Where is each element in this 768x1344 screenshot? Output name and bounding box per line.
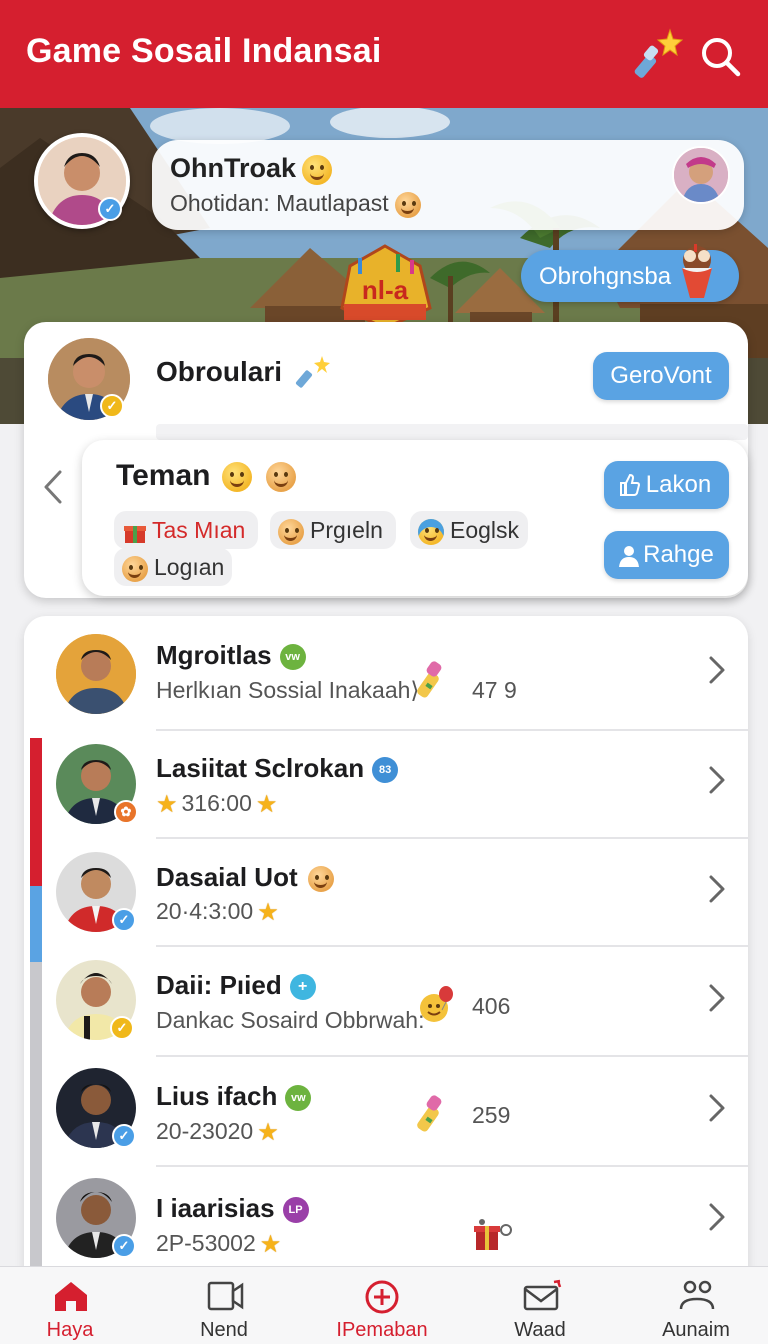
wand-icon — [417, 1095, 442, 1132]
list-name: Daii: Pıied + — [156, 970, 316, 1001]
chevron-right-icon[interactable] — [706, 765, 728, 795]
hero-post-thumbnail[interactable] — [672, 146, 730, 204]
verified-badge-icon: ✓ — [98, 197, 122, 221]
list-count: 406 — [472, 993, 511, 1019]
like-button[interactable]: Lakon — [604, 461, 729, 509]
people-icon — [679, 1280, 715, 1310]
smile-emoji-icon — [302, 154, 333, 185]
gift-icon — [124, 525, 146, 543]
flower-badge-icon: ✿ — [114, 800, 138, 824]
list-name: Mgroitlas vw — [156, 640, 306, 671]
bear-emoji-icon — [278, 518, 304, 545]
list-name: I iaarisias LP — [156, 1193, 309, 1224]
list-subtitle: 2P-53002 ★ — [156, 1230, 282, 1259]
hero-post-bubble[interactable]: OhnTroak Ohotidan: Mautlapast — [152, 140, 744, 230]
bear-emoji-icon — [266, 462, 297, 493]
featured-name: Obroulari — [156, 356, 283, 387]
nav-label: Nend — [200, 1319, 248, 1341]
chevron-right-icon[interactable] — [706, 1093, 728, 1123]
bear-emoji-icon — [394, 191, 421, 218]
list-name: Lius ifach vw — [156, 1081, 312, 1112]
card-divider — [156, 424, 748, 440]
search-icon[interactable] — [696, 32, 744, 80]
nav-label: Waad — [514, 1319, 566, 1341]
hero-post-name: OhnTroak — [170, 153, 333, 185]
nav-profile[interactable]: Aunaim — [644, 1267, 748, 1344]
chevron-right-icon[interactable] — [706, 983, 728, 1013]
app-title: Game Sosail Indansai — [26, 32, 382, 70]
chevron-left-icon[interactable] — [40, 468, 66, 506]
star-icon: ★ — [257, 899, 279, 927]
level-badge: 83 — [372, 757, 399, 784]
friends-title: Teman — [116, 459, 297, 493]
mail-icon — [523, 1279, 562, 1311]
smile-emoji-icon — [222, 462, 253, 493]
ice-cream-icon — [682, 244, 712, 298]
magic-wand-icon[interactable] — [632, 28, 684, 80]
festival-logo-text: nl-a — [362, 275, 409, 305]
chevron-right-icon[interactable] — [706, 874, 728, 904]
person-icon — [619, 546, 639, 567]
nav-create[interactable]: IPemaban — [320, 1267, 444, 1344]
list-name: Lasiitat Sclrokan 83 — [156, 753, 399, 784]
verified-badge-icon: ✓ — [112, 908, 136, 932]
app-bar: Game Sosail Indansai — [0, 0, 768, 108]
star-icon: ★ — [255, 791, 278, 819]
plus-circle-icon — [365, 1280, 399, 1314]
list-subtitle: 20·4:3:00 ★ — [156, 898, 279, 927]
list-count: 259 — [472, 1102, 511, 1128]
friend-chip[interactable]: Tas Mıan — [114, 511, 258, 549]
nav-home[interactable]: Haya — [18, 1267, 122, 1344]
level-badge: + — [289, 974, 316, 1001]
gold-verified-badge-icon: ✓ — [100, 394, 124, 418]
list-subtitle: Herlkıan Sossial Inakaah⟩ — [156, 677, 420, 703]
bear-emoji-icon — [122, 555, 148, 582]
friend-chip[interactable]: Eoglsk — [410, 511, 528, 549]
wand-icon — [417, 661, 442, 698]
chevron-right-icon[interactable] — [706, 1202, 728, 1232]
magic-wand-icon — [295, 356, 330, 388]
nav-messages[interactable]: Waad — [488, 1267, 592, 1344]
gold-verified-badge-icon: ✓ — [110, 1016, 134, 1040]
thumb-icon — [620, 473, 640, 496]
friend-chip[interactable]: Logıan — [114, 548, 232, 586]
video-icon — [207, 1281, 244, 1311]
follow-button[interactable]: GeroVont — [593, 352, 729, 400]
nav-video[interactable]: Nend — [172, 1267, 276, 1344]
cool-emoji-icon — [418, 518, 444, 545]
bear-emoji-icon — [307, 866, 334, 893]
friend-chip[interactable]: Prgıeln — [270, 511, 396, 549]
nav-label: Haya — [46, 1319, 94, 1341]
share-button[interactable]: Rahge — [604, 531, 729, 579]
list-subtitle: 20-23020 ★ — [156, 1118, 279, 1147]
verified-badge-icon: ✓ — [112, 1124, 136, 1148]
level-badge: vw — [285, 1085, 312, 1112]
list-avatar[interactable] — [56, 634, 136, 714]
balloon-emoji-icon — [420, 986, 453, 1022]
list-subtitle: ★ 316:00 ★ — [156, 790, 278, 819]
bottom-navigation: Haya Nend IPemaban Waad Aunaim — [0, 1266, 768, 1344]
gift-icon — [474, 1219, 512, 1250]
list-name: Dasaial Uot — [156, 862, 334, 893]
star-icon: ★ — [156, 791, 178, 819]
nav-label: IPemaban — [336, 1319, 428, 1341]
level-badge: vw — [279, 644, 306, 671]
chevron-right-icon[interactable] — [706, 655, 728, 685]
hero-post-message: Ohotidan: Mautlapast — [170, 190, 421, 218]
list-count: 47 9 — [472, 677, 517, 703]
verified-badge-icon: ✓ — [112, 1234, 136, 1258]
nav-label: Aunaim — [662, 1319, 730, 1341]
home-icon — [55, 1282, 87, 1311]
level-badge: LP — [282, 1197, 309, 1224]
star-icon: ★ — [259, 1231, 282, 1259]
list-subtitle: Dankac Sosaird Obbrwah: — [156, 1007, 425, 1033]
star-icon: ★ — [257, 1119, 279, 1147]
